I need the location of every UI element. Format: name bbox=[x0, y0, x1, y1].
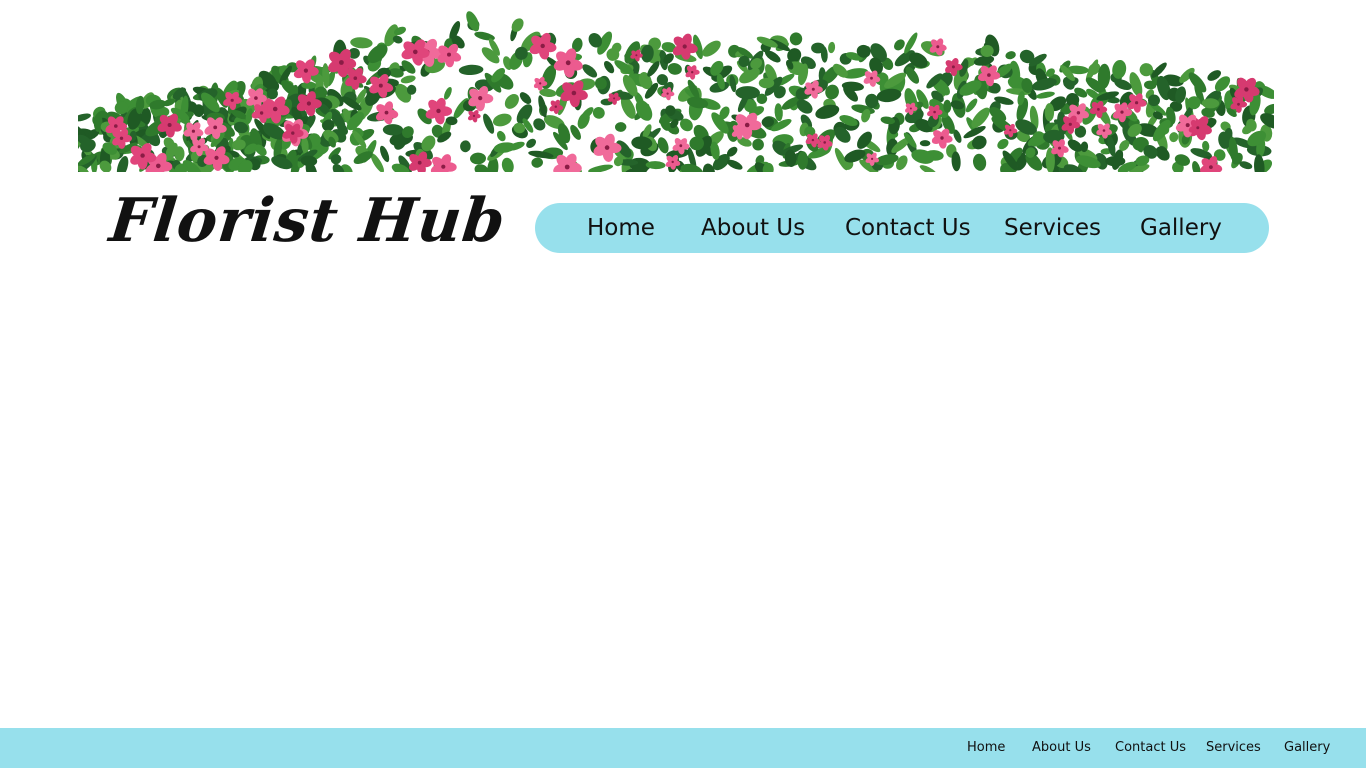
footer-link-contact-us[interactable]: Contact Us bbox=[1115, 740, 1186, 755]
flower-banner-image bbox=[78, 0, 1274, 172]
footer-link-about-us[interactable]: About Us bbox=[1032, 740, 1091, 755]
footer-bar: Home About Us Contact Us Services Galler… bbox=[0, 728, 1366, 768]
footer-link-home[interactable]: Home bbox=[967, 740, 1005, 755]
flower-bush-illustration bbox=[78, 11, 1274, 172]
footer-link-gallery[interactable]: Gallery bbox=[1284, 740, 1330, 755]
nav-link-services[interactable]: Services bbox=[1004, 215, 1101, 241]
site-logo[interactable]: Florist Hub bbox=[106, 186, 509, 256]
nav-link-about-us[interactable]: About Us bbox=[701, 215, 805, 241]
nav-link-home[interactable]: Home bbox=[587, 215, 655, 241]
nav-link-contact-us[interactable]: Contact Us bbox=[845, 215, 971, 241]
nav-link-gallery[interactable]: Gallery bbox=[1140, 215, 1222, 241]
footer-link-services[interactable]: Services bbox=[1206, 740, 1261, 755]
main-navigation: Home About Us Contact Us Services Galler… bbox=[535, 203, 1269, 253]
